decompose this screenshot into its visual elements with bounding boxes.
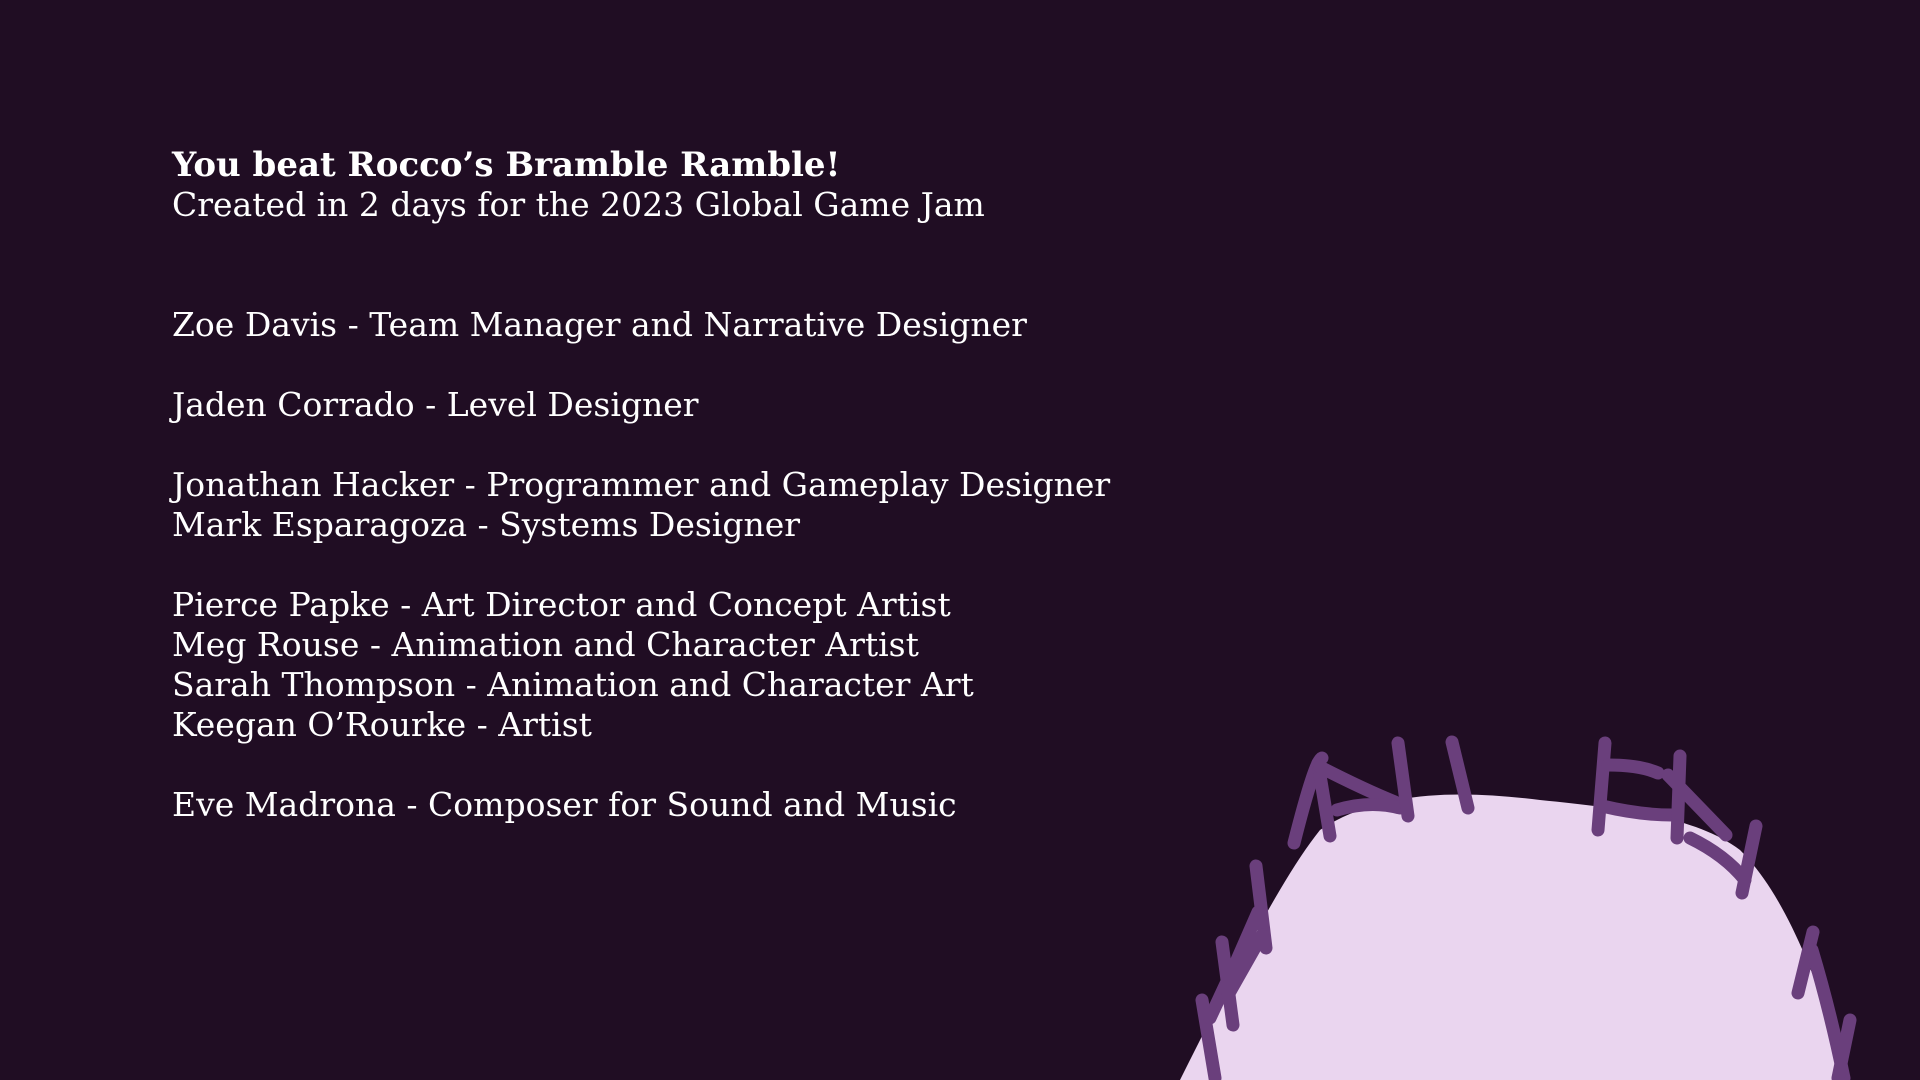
credit-line: Keegan O’Rourke - Artist [172,705,592,744]
fence-post [1591,736,1612,837]
credit-group-art: Pierce Papke - Art Director and Concept … [172,585,1172,745]
credit-line: Jonathan Hacker - Programmer and Gamepla… [172,465,1111,504]
credit-group-audio: Eve Madrona - Composer for Sound and Mus… [172,785,1172,825]
game-complete-title: You beat Rocco’s Bramble Ramble! [172,145,841,185]
credit-line: Pierce Papke - Art Director and Concept … [172,585,951,624]
fence [1195,735,1857,1080]
fence-rail [1601,758,1665,780]
fence-rail [1683,831,1752,887]
fence-post [1287,751,1329,850]
fence-rail [1221,928,1269,1002]
credit-line: Mark Esparagoza - Systems Designer [172,505,801,544]
hill-shape [1180,794,1850,1080]
fence-post [1831,1013,1857,1080]
credit-group-management: Zoe Davis - Team Manager and Narrative D… [172,305,1172,345]
fence-rail [1203,905,1265,1025]
credit-line: Meg Rouse - Animation and Character Arti… [172,625,919,664]
fence-post [1735,819,1763,900]
fence-post [1311,756,1337,843]
fence-rail [1595,799,1679,822]
credit-group-programming: Jonathan Hacker - Programmer and Gamepla… [172,465,1172,545]
fence-post [1445,735,1475,815]
fence-rail [1661,768,1733,842]
fence-rail [1330,797,1407,817]
fence-post [1215,935,1240,1032]
credits-panel: You beat Rocco’s Bramble Ramble! Created… [172,145,1172,825]
fence-post [1670,749,1687,845]
fence-post [1391,736,1415,823]
credit-group-level-design: Jaden Corrado - Level Designer [172,385,1172,425]
fence-post [1249,859,1273,955]
credit-line: Zoe Davis - Team Manager and Narrative D… [172,305,1027,344]
credit-line: Sarah Thompson - Animation and Character… [172,665,974,704]
credit-line: Eve Madrona - Composer for Sound and Mus… [172,785,957,824]
fence-post [1805,943,1851,1080]
fence-post [1791,925,1820,1000]
fence-rail [1313,760,1402,809]
credits-screen: You beat Rocco’s Bramble Ramble! Created… [0,0,1920,1080]
credit-line: Jaden Corrado - Level Designer [172,385,699,424]
game-jam-subtitle: Created in 2 days for the 2023 Global Ga… [172,185,985,224]
fence-post [1195,993,1222,1080]
